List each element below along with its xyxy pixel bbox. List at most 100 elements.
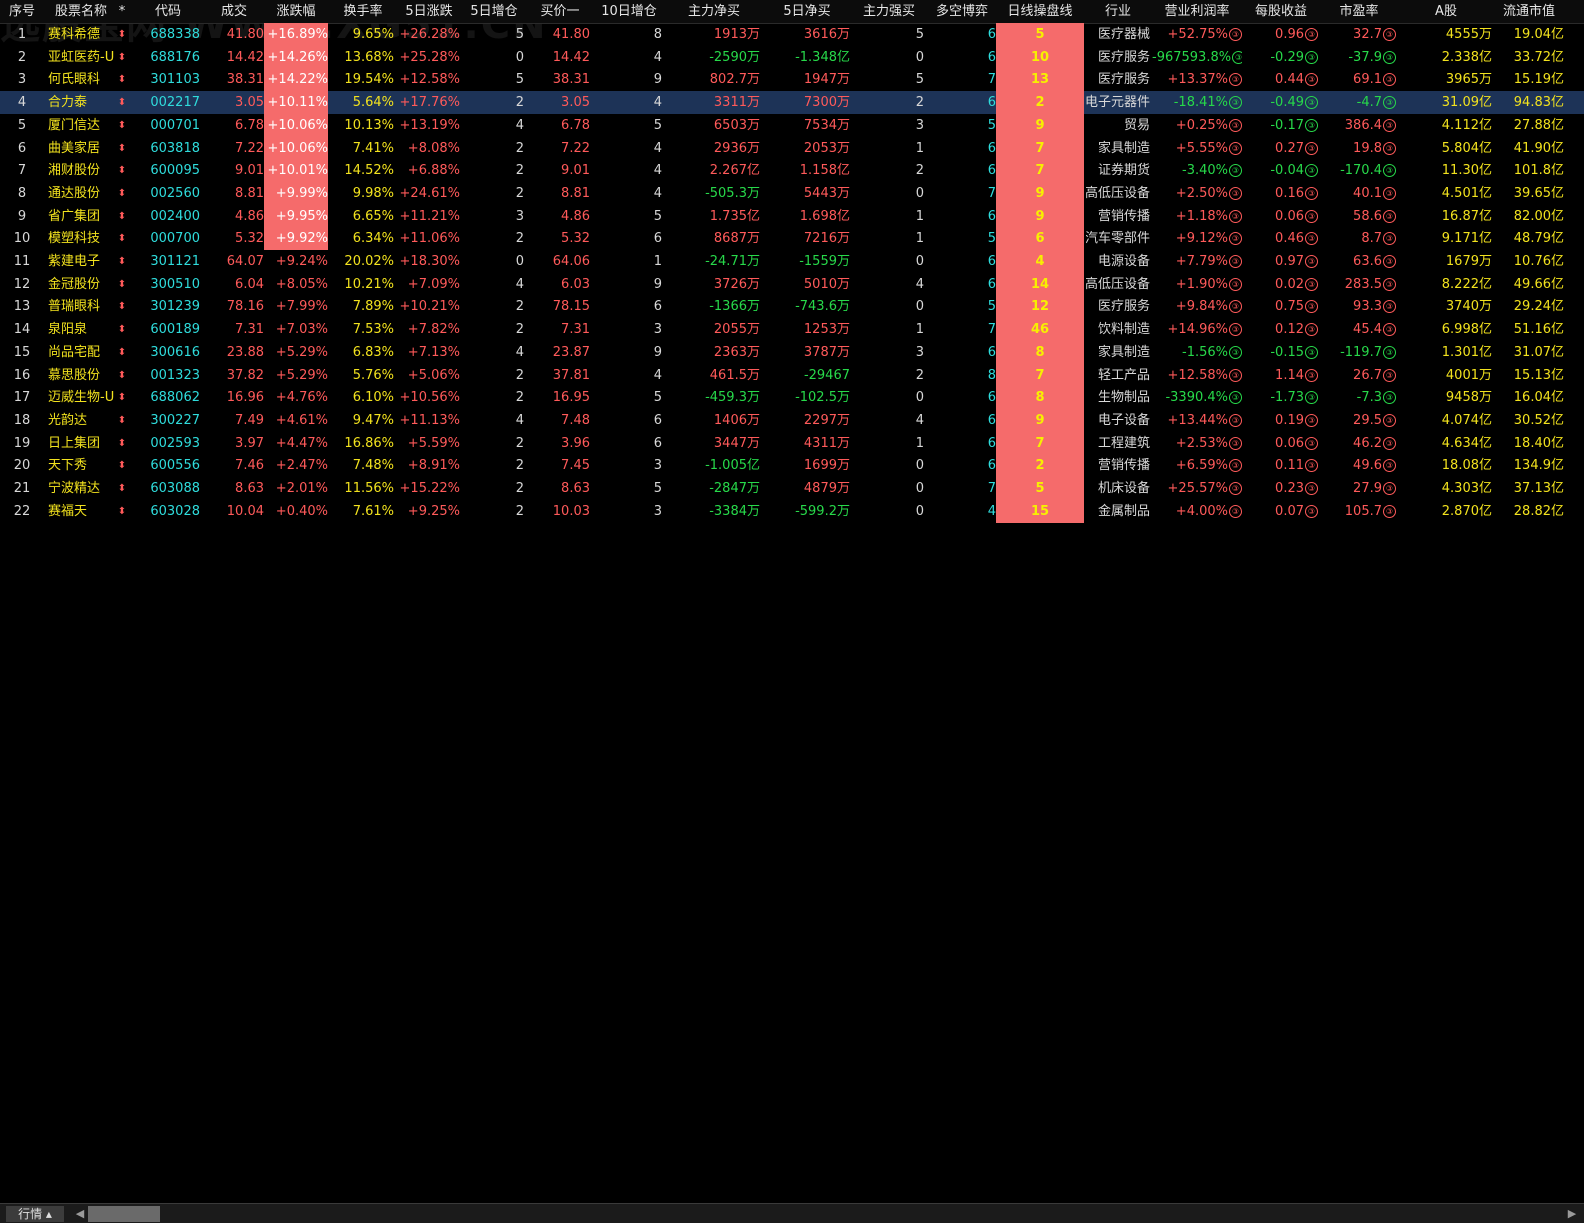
column-header-last[interactable]: 成交	[204, 0, 264, 23]
table-row[interactable]: 12 金冠股份 ⬍ 300510 6.04 +8.05% 10.21% +7.09% 4 6.03…	[0, 272, 1584, 296]
column-header-pos5[interactable]: 5日增仓	[464, 0, 524, 23]
table-row[interactable]: 15 尚品宅配 ⬍ 300616 23.88 +5.29% 6.83% +7.13% 4 23.8…	[0, 340, 1584, 364]
cell-floatcap-text: 18.40亿	[1513, 435, 1564, 451]
column-header-eps[interactable]: 每股收益	[1244, 0, 1318, 23]
table-row[interactable]: 4 合力泰 ⬍ 002217 3.05 +10.11% 5.64% +17.76% 2 3.05 4…	[0, 91, 1584, 115]
column-header-pos10[interactable]: 10日增仓	[596, 0, 662, 23]
cell-bid1-text: 23.87	[552, 344, 590, 360]
report-period-badge: ③	[1383, 368, 1396, 382]
cell-margin: +25.57% ③	[1152, 477, 1242, 500]
cell-macd-text: 5	[1035, 481, 1045, 496]
table-row[interactable]: 9 省广集团 ⬍ 002400 4.86 +9.95% 6.65% +11.21% 3 4.86 5…	[0, 204, 1584, 228]
cell-eps-text: 0.27	[1275, 140, 1304, 156]
tab-quotes[interactable]: 行情 ▴	[6, 1206, 64, 1222]
cell-pos10: 4	[596, 46, 662, 69]
cell-code: 600556	[136, 454, 200, 477]
cell-netbuy-text: 3726万	[713, 276, 760, 292]
column-header-bid1[interactable]: 买价一	[530, 0, 590, 23]
table-row[interactable]: 8 通达股份 ⬍ 002560 8.81 +9.99% 9.98% +24.61% 2 8.81 4…	[0, 181, 1584, 205]
report-period-badge: ③	[1305, 164, 1318, 178]
table-row[interactable]: 16 慕思股份 ⬍ 001323 37.82 +5.29% 5.76% +5.06% 2 37.8…	[0, 363, 1584, 387]
column-header-code[interactable]: 代码	[136, 0, 200, 23]
cell-index-text: 12	[13, 276, 31, 292]
scroll-left-arrow-icon[interactable]: ◀	[74, 1207, 86, 1221]
cell-change: +4.76%	[264, 386, 328, 409]
table-row[interactable]: 20 天下秀 ⬍ 600556 7.46 +2.47% 7.48% +8.91% 2 7.45 3-…	[0, 454, 1584, 478]
table-row[interactable]: 7 湘财股份 ⬍ 600095 9.01 +10.01% 14.52% +6.88% 2 9.01…	[0, 159, 1584, 183]
cell-strong-text: 4	[915, 412, 924, 428]
column-header-pe[interactable]: 市盈率	[1322, 0, 1396, 23]
column-header-netbuy5[interactable]: 5日净买	[764, 0, 850, 23]
cell-turnover: 13.68%	[332, 46, 394, 69]
cell-strong-text: 3	[915, 117, 924, 133]
cell-name: 慕思股份	[48, 364, 114, 387]
cell-mark-text: ⬍	[117, 369, 127, 381]
cell-ashares: 18.08亿	[1400, 454, 1492, 477]
column-header-strong[interactable]: 主力强买	[854, 0, 924, 23]
cell-margin: +52.75% ③	[1152, 23, 1242, 46]
horizontal-scrollbar-thumb[interactable]	[88, 1206, 160, 1222]
table-row[interactable]: 17 迈威生物-U ⬍ 688062 16.96 +4.76% 6.10% +10.56% 2 1…	[0, 386, 1584, 410]
column-header-margin[interactable]: 营业利润率	[1152, 0, 1242, 23]
column-header-ashares[interactable]: A股	[1400, 0, 1492, 23]
cell-strong: 1	[854, 137, 924, 160]
table-row[interactable]: 3 何氏眼科 ⬍ 301103 38.31 +14.22% 19.54% +12.58% 5 38…	[0, 68, 1584, 92]
column-header-turnover[interactable]: 换手率	[332, 0, 394, 23]
cell-turnover: 7.48%	[332, 454, 394, 477]
column-header-netbuy[interactable]: 主力净买	[668, 0, 760, 23]
cell-name-text: 金冠股份	[48, 276, 101, 292]
cell-pe: 19.8 ③	[1322, 137, 1396, 160]
column-header-chg5[interactable]: 5日涨跌	[398, 0, 460, 23]
table-row[interactable]: 1 赛科希德 ⬍ 688338 41.80 +16.89% 9.65% +26.28% 5 41.…	[0, 23, 1584, 46]
cell-ashares-text: 1.301亿	[1441, 344, 1492, 360]
cell-bullbear: 6	[928, 137, 996, 160]
cell-netbuy5: 3616万	[764, 23, 850, 46]
table-row[interactable]: 11 紫建电子 ⬍ 301121 64.07 +9.24% 20.02% +18.30% 0 64…	[0, 250, 1584, 273]
column-header-macd[interactable]: 日线操盘线	[996, 0, 1084, 23]
cell-ashares: 16.87亿	[1400, 205, 1492, 228]
cell-netbuy: 1913万	[668, 23, 760, 46]
column-header-index[interactable]: 序号	[0, 0, 44, 23]
table-row[interactable]: 2 亚虹医药-U ⬍ 688176 14.42 +14.26% 13.68% +25.28% 0…	[0, 45, 1584, 69]
table-row[interactable]: 18 光韵达 ⬍ 300227 7.49 +4.61% 9.47% +11.13% 4 7.48 6…	[0, 408, 1584, 432]
cell-ashares: 1679万	[1400, 250, 1492, 273]
cell-index: 13	[0, 295, 44, 318]
table-row[interactable]: 5 厦门信达 ⬍ 000701 6.78 +10.06% 10.13% +13.19% 4 6.7…	[0, 113, 1584, 137]
cell-macd: 7	[996, 159, 1084, 183]
cell-macd-text: 7	[1035, 367, 1045, 383]
table-row[interactable]: 13 普瑞眼科 ⬍ 301239 78.16 +7.99% 7.89% +10.21% 2 78.…	[0, 295, 1584, 319]
cell-bid1: 64.06	[530, 250, 590, 273]
cell-pos5: 2	[464, 432, 524, 455]
table-row[interactable]: 6 曲美家居 ⬍ 603818 7.22 +10.06% 7.41% +8.08% 2 7.22 4…	[0, 136, 1584, 160]
cell-margin-text: +7.79%	[1175, 254, 1228, 269]
cell-ashares-text: 4.303亿	[1441, 481, 1492, 496]
column-header-floatcap[interactable]: 流通市值	[1494, 0, 1564, 23]
column-header-change[interactable]: 涨跌幅	[264, 0, 328, 23]
cell-floatcap-text: 37.13亿	[1513, 481, 1564, 496]
cell-chg5: +11.21%	[398, 205, 460, 228]
column-header-mark[interactable]: *	[116, 0, 128, 23]
cell-name: 尚品宅配	[48, 341, 114, 364]
cell-bullbear-text: 6	[987, 140, 996, 156]
cell-margin-text: +13.44%	[1167, 412, 1228, 428]
table-row[interactable]: 10 模塑科技 ⬍ 000700 5.32 +9.92% 6.34% +11.06% 2 5.32…	[0, 227, 1584, 251]
column-header-name[interactable]: 股票名称	[48, 0, 114, 23]
table-row[interactable]: 14 泉阳泉 ⬍ 600189 7.31 +7.03% 7.53% +7.82% 2 7.31 3 2…	[0, 318, 1584, 342]
column-header-bullbear[interactable]: 多空博弈	[928, 0, 996, 23]
cell-pos5-text: 2	[515, 140, 524, 156]
cell-bullbear: 7	[928, 477, 996, 500]
cell-bullbear-text: 4	[987, 503, 996, 519]
table-row[interactable]: 19 日上集团 ⬍ 002593 3.97 +4.47% 16.86% +5.59% 2 3.96…	[0, 431, 1584, 455]
cell-pos10: 4	[596, 137, 662, 160]
cell-margin: +2.53% ③	[1152, 432, 1242, 455]
cell-bullbear-text: 6	[987, 344, 996, 360]
scroll-right-arrow-icon[interactable]: ▶	[1566, 1207, 1578, 1221]
report-period-badge: ③	[1383, 141, 1396, 155]
column-header-industry[interactable]: 行业	[1086, 0, 1150, 23]
sort-arrow-icon: ⬍	[116, 386, 128, 409]
table-row[interactable]: 22 赛福天 ⬍ 603028 10.04 +0.40% 7.61% +9.25% 2 10.03…	[0, 499, 1584, 523]
cell-chg5-text: +9.25%	[407, 503, 460, 519]
cell-bid1: 23.87	[530, 341, 590, 364]
cell-bid1-text: 8.63	[561, 481, 590, 496]
table-row[interactable]: 21 宁波精达 ⬍ 603088 8.63 +2.01% 11.56% +15.22% 2 8.6…	[0, 477, 1584, 500]
